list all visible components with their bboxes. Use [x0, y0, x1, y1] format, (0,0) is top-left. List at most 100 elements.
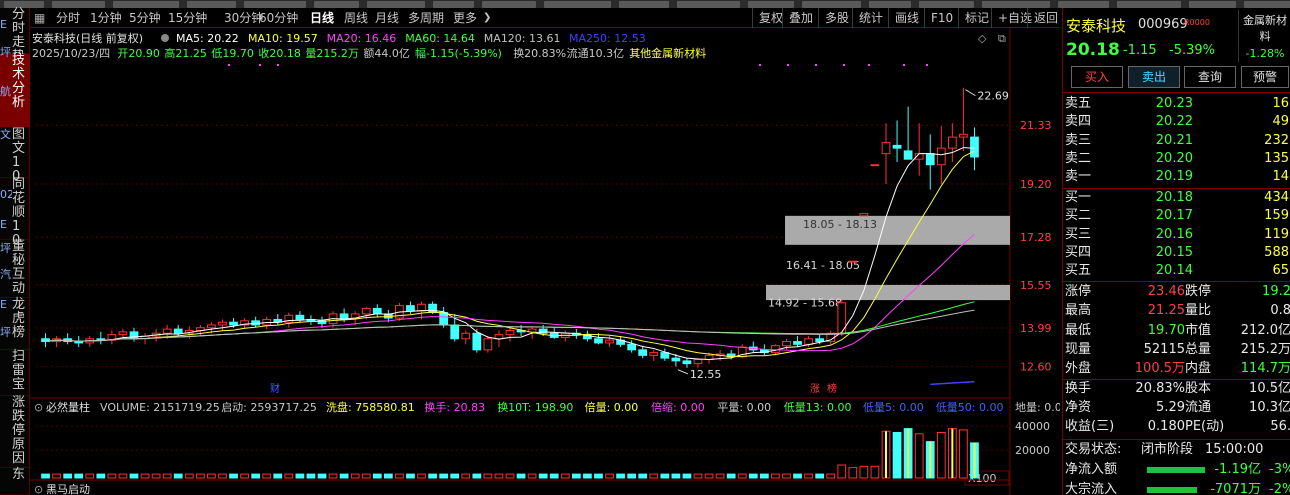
top-strip-button[interactable]: [482, 1, 536, 8]
toolbar-right-5[interactable]: F10: [924, 8, 953, 28]
period-tab-2[interactable]: 5分钟: [129, 8, 161, 28]
period-tab-1[interactable]: 1分钟: [90, 8, 122, 28]
event-marker[interactable]: 涨: [810, 383, 820, 395]
sell-button[interactable]: 卖出: [1128, 66, 1180, 88]
toolbar-right-4[interactable]: 画线: [888, 8, 919, 28]
top-strip-button[interactable]: [367, 1, 425, 8]
volume-stat: 换手: 20.83: [424, 400, 485, 414]
toolbar-right-6[interactable]: 标记: [958, 8, 989, 28]
volume-collapse-icon[interactable]: ⊙: [34, 401, 43, 414]
ma-label-2: MA20: 16.46: [327, 32, 397, 45]
period-tab-8[interactable]: 月线: [375, 8, 399, 28]
top-strip-button[interactable]: [52, 1, 105, 8]
candle-body: [483, 338, 493, 351]
volume-bar: [262, 473, 272, 479]
order-level-label: 买五: [1065, 263, 1092, 279]
candle-body: [693, 359, 703, 365]
footer-indicator-tab[interactable]: 黑马启动: [46, 483, 90, 495]
alert-button[interactable]: 预警: [1241, 66, 1289, 88]
flow-label: 净流入额: [1065, 462, 1118, 477]
volume-bar: [616, 473, 625, 479]
stat-value: 19.70: [1147, 322, 1185, 338]
top-strip-button[interactable]: [187, 1, 236, 8]
info-date: 2025/10/23/四: [32, 47, 110, 60]
top-strip-button[interactable]: [802, 1, 861, 8]
toolbar-right-3[interactable]: 统计: [852, 8, 883, 28]
volume-bar: [649, 473, 659, 479]
top-strip-button[interactable]: [544, 1, 611, 8]
top-strip-button[interactable]: [677, 1, 740, 8]
footer-collapse-icon[interactable]: ⊙: [34, 483, 43, 495]
left-edge-text: 坪: [0, 326, 11, 339]
volume-bar: [936, 432, 946, 479]
volume-bar: [129, 473, 139, 479]
stat-row: 现量 52115 总量 215.2万: [1063, 340, 1290, 359]
top-strip-button[interactable]: [244, 1, 306, 8]
volume-stat: 地量: 0.0: [1015, 401, 1060, 414]
stock-code: 000969: [1138, 17, 1188, 32]
top-strip: [0, 0, 1290, 8]
period-tab-3[interactable]: 15分钟: [168, 8, 207, 28]
buy-button[interactable]: 买入: [1071, 66, 1123, 88]
grid-icon[interactable]: ▦: [34, 8, 45, 28]
period-tab-4[interactable]: 30分钟: [224, 8, 263, 28]
candle-body: [660, 352, 670, 359]
top-strip-button[interactable]: [982, 1, 1050, 8]
book-divider: [1063, 92, 1290, 93]
top-strip-button[interactable]: [1058, 1, 1109, 8]
top-strip-button[interactable]: [433, 1, 474, 8]
top-strip-button[interactable]: [314, 1, 359, 8]
period-tab-10[interactable]: 更多: [453, 8, 477, 28]
toolbar-right-7[interactable]: +自选: [991, 8, 1032, 28]
volume-bar: [328, 473, 338, 479]
volume-highlight: [929, 441, 932, 478]
info-vol: 量215.2万: [305, 47, 359, 60]
toolbar-right-1[interactable]: 叠加: [782, 8, 813, 28]
query-button[interactable]: 查询: [1184, 66, 1236, 88]
period-tab-6[interactable]: 日线: [310, 8, 334, 28]
volume-tick: 20000: [1015, 444, 1050, 457]
top-strip-button[interactable]: [869, 1, 911, 8]
more-arrow-icon[interactable]: ❯: [483, 8, 491, 28]
event-marker[interactable]: 财: [270, 382, 280, 395]
top-strip-button[interactable]: [919, 1, 974, 8]
volume-stat: 启动: 2593717.25: [221, 401, 317, 414]
top-strip-button[interactable]: [113, 1, 179, 8]
left-edge-text: E: [0, 298, 7, 311]
stat-label: 股本: [1185, 380, 1212, 396]
volume-bar: [151, 473, 161, 479]
event-marker[interactable]: 榜: [827, 382, 837, 395]
period-tab-5[interactable]: 60分钟: [259, 8, 298, 28]
top-strip-button[interactable]: [1244, 1, 1290, 8]
candle-body: [605, 339, 614, 344]
period-tab-7[interactable]: 周线: [344, 8, 368, 28]
volume-bar: [406, 473, 415, 479]
stat-label: 现量: [1065, 341, 1092, 357]
signal-dot: [759, 64, 761, 66]
sector-box[interactable]: 金属新材料 -1.28%: [1238, 10, 1290, 62]
period-tab-0[interactable]: 分时: [56, 8, 80, 28]
candle-body: [472, 332, 482, 351]
top-strip-button[interactable]: [619, 1, 669, 8]
volume-bar: [571, 473, 581, 479]
diamond-icon[interactable]: ◇: [978, 32, 987, 45]
info-close: 收20.18: [258, 46, 301, 60]
stat-label: 市值: [1185, 322, 1212, 338]
collapse-icon[interactable]: [161, 34, 169, 42]
volume-bar: [914, 433, 924, 479]
top-strip-button[interactable]: [1117, 1, 1181, 8]
period-tab-9[interactable]: 多周期: [408, 8, 444, 28]
top-strip-button[interactable]: [1189, 1, 1236, 8]
volume-bar: [859, 465, 869, 479]
signal-dot: [228, 64, 230, 66]
volume-stat: 洗盘: 758580.81: [326, 400, 415, 414]
expand-icon[interactable]: ⧉: [998, 32, 1006, 45]
toolbar-right-8[interactable]: 返回: [1027, 8, 1058, 28]
stat-label: 外盘: [1065, 361, 1092, 377]
toolbar-right-2[interactable]: 多股: [818, 8, 849, 28]
top-strip-button[interactable]: [748, 1, 794, 8]
high-label: 22.69: [977, 90, 1009, 103]
volume-bar: [184, 473, 194, 479]
toolbar-right-0[interactable]: 复权: [752, 8, 783, 28]
volume-bar: [804, 473, 813, 479]
